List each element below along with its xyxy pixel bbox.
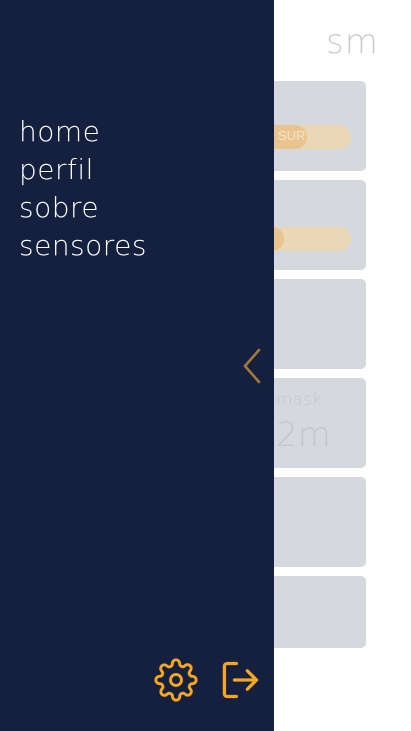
collapse-drawer-button[interactable] <box>238 346 268 386</box>
menu-item-sobre[interactable]: sobre <box>19 189 147 227</box>
navigation-drawer: home perfil sobre sensores <box>0 0 274 731</box>
menu-item-sensores[interactable]: sensores <box>19 227 147 265</box>
chevron-left-icon <box>243 348 261 384</box>
gear-icon <box>154 658 198 702</box>
drawer-menu: home perfil sobre sensores <box>19 113 147 265</box>
logout-icon <box>222 661 259 699</box>
sensor-card-4-value: 2m <box>276 415 331 455</box>
app-title: sm <box>326 22 379 62</box>
logout-button[interactable] <box>218 658 262 702</box>
menu-item-perfil[interactable]: perfil <box>19 151 147 189</box>
settings-button[interactable] <box>154 658 198 702</box>
sensor-card-4-label: mask <box>276 390 322 410</box>
sensor-level-text-1: SUR <box>278 128 306 143</box>
menu-item-home[interactable]: home <box>19 113 147 151</box>
